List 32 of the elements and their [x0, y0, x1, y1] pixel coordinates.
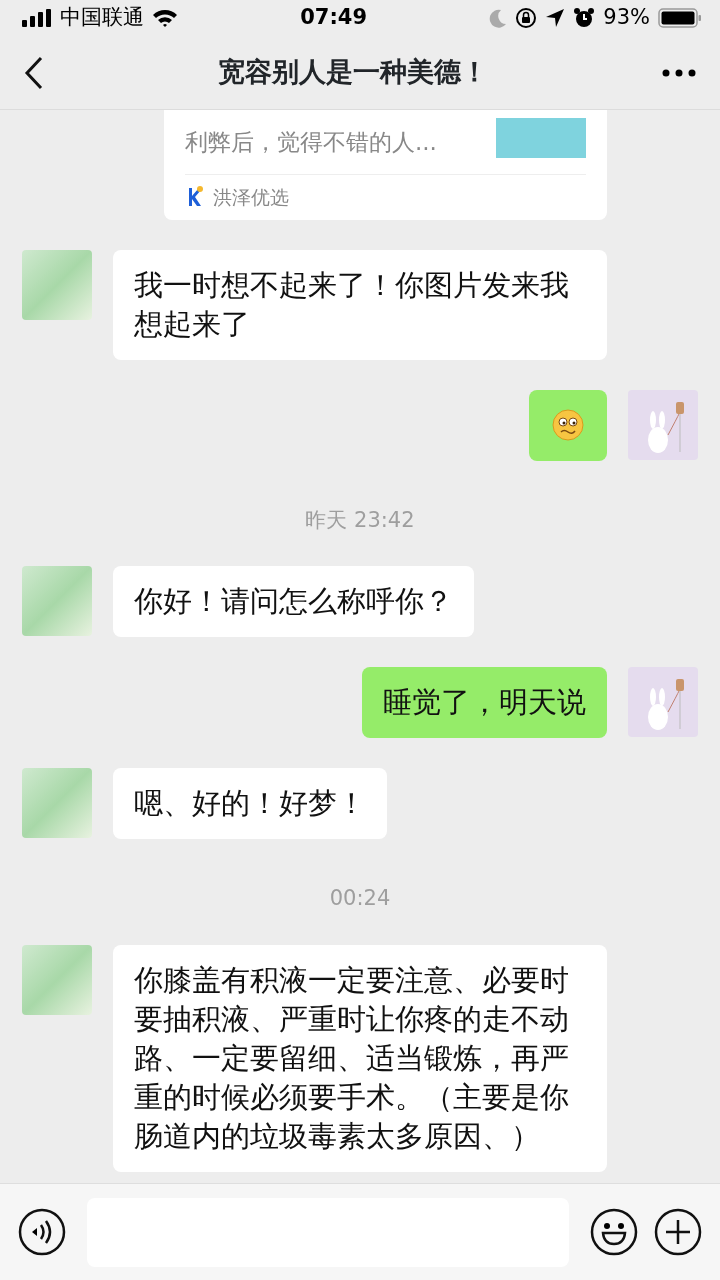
message-bubble: 你好！请问怎么称呼你？	[113, 566, 474, 637]
alarm-clock-icon	[573, 7, 596, 29]
message-bubble: 我一时想不起来了！你图片发来我想起来了	[113, 249, 607, 360]
carrier-name: 中国联通	[60, 4, 144, 32]
avatar-image	[22, 566, 92, 636]
signal-icon	[22, 9, 52, 27]
status-time: 07:49	[300, 4, 368, 32]
message-time: 00:24	[329, 886, 391, 910]
add-icon[interactable]	[654, 1208, 702, 1256]
avatar-image	[22, 768, 92, 838]
location-arrow-icon	[545, 8, 566, 28]
card-summary: 利弊后，觉得不错的人...	[185, 128, 437, 157]
voice-icon[interactable]	[18, 1208, 66, 1256]
battery-percent: 93%	[603, 4, 650, 32]
rabbit-avatar-drawing	[628, 389, 698, 460]
worried-face-icon	[552, 409, 584, 441]
rabbit-avatar-drawing	[628, 667, 698, 737]
message-time: 昨天 23:42	[305, 507, 415, 532]
wifi-icon	[152, 8, 178, 28]
more-icon[interactable]	[662, 68, 696, 77]
moon-icon	[489, 8, 508, 28]
message-bubble: 你膝盖有积液一定要注意、必要时要抽积液、严重时让你疼的走不动路、一定要留细、适当锻炼，再严重的时候必须要手术。（主要是你肠道内的垃圾毒素太多原因、）	[113, 944, 607, 1172]
avatar-image	[22, 944, 92, 1015]
card-source: 洪泽优选	[213, 185, 289, 210]
back-icon[interactable]	[24, 55, 44, 90]
message-bubble: 嗯、好的！好梦！	[113, 768, 387, 839]
avatar-image	[22, 249, 92, 320]
rotation-lock-icon	[515, 7, 538, 29]
chat-title: 宽容别人是一种美德！	[218, 55, 488, 90]
emoji-icon[interactable]	[590, 1208, 638, 1256]
battery-icon	[658, 8, 702, 28]
message-bubble: 睡觉了，明天说	[362, 667, 607, 738]
